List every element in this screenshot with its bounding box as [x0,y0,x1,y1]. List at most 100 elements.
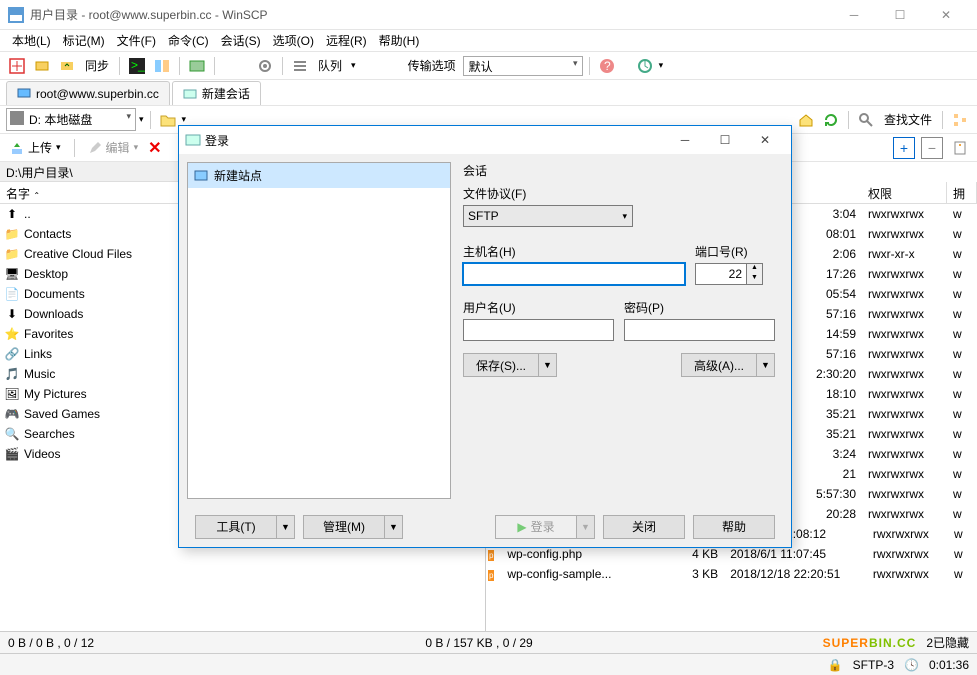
pencil-icon [88,141,102,155]
desktop-icon: 🖥 [4,266,20,282]
remote-status-text: 0 B / 157 KB , 0 / 29 [425,636,822,650]
menu-options[interactable]: 选项(O) [267,30,320,51]
tree-icon[interactable] [949,109,971,131]
save-dropdown-icon[interactable]: ▼ [539,353,557,377]
down-icon: ⬇ [4,306,20,322]
tools-button[interactable]: 工具(T) [195,515,277,539]
port-label: 端口号(R) [695,243,775,260]
col-owner[interactable]: 拥 [947,182,977,203]
login-dropdown-icon[interactable]: ▼ [577,515,595,539]
upload-icon [10,141,24,155]
help-button[interactable]: 帮助 [693,515,775,539]
dialog-title: 登录 [201,132,665,149]
gear-icon[interactable] [254,55,276,77]
dialog-close-button[interactable]: ✕ [745,128,785,152]
maximize-button[interactable]: ☐ [877,0,923,30]
session-group-label: 会话 [463,162,775,179]
home-icon[interactable] [795,109,817,131]
hidden-count: 2已隐藏 [926,634,969,651]
menu-session[interactable]: 会话(S) [215,30,267,51]
nav-icon[interactable] [6,55,28,77]
advanced-button[interactable]: 高级(A)... [681,353,757,377]
protocol-select[interactable]: SFTP [463,205,633,227]
app-icon [8,7,24,23]
new-site-item[interactable]: 新建站点 [188,163,450,188]
password-input[interactable] [624,319,775,341]
minimize-button[interactable]: ─ [831,0,877,30]
dialog-icon [185,132,201,148]
manage-button[interactable]: 管理(M) [303,515,385,539]
table-row[interactable]: pwp-config-sample...3 KB2018/12/18 22:20… [486,564,977,584]
login-dialog: 登录 ─ ☐ ✕ 新建站点 会话 文件协议(F) SFTP 主机名(H) 端口号… [178,125,792,548]
open-folder-icon[interactable] [157,109,179,131]
close-button[interactable]: ✕ [923,0,969,30]
pic-icon: 🖼 [4,386,20,402]
protocol-text: SFTP-3 [853,658,894,672]
refresh-icon[interactable] [820,109,842,131]
manage-dropdown-icon[interactable]: ▼ [385,515,403,539]
menubar: 本地(L) 标记(M) 文件(F) 命令(C) 会话(S) 选项(O) 远程(R… [0,30,977,52]
menu-mark[interactable]: 标记(M) [57,30,111,51]
connection-status: 🔒 SFTP-3 🕓 0:01:36 [0,653,977,675]
search-icon: 🔍 [4,426,20,442]
edit-button[interactable]: 编辑 ▾ [84,137,143,158]
upload-button[interactable]: 上传 ▾ [6,137,65,158]
tab-label: root@www.superbin.cc [36,87,159,101]
pass-label: 密码(P) [624,299,775,316]
svg-text:?: ? [604,59,611,73]
help-icon[interactable]: ? [596,55,618,77]
login-button[interactable]: ▶登录 [495,515,577,539]
local-status-text: 0 B / 0 B , 0 / 12 [8,636,405,650]
updates-icon[interactable] [634,55,656,77]
spin-up-icon[interactable]: ▲ [747,264,762,274]
find-icon[interactable] [855,109,877,131]
doc-icon: 📄 [4,286,20,302]
expand-icon[interactable]: + [893,137,915,159]
spin-down-icon[interactable]: ▼ [747,274,762,284]
menu-local[interactable]: 本地(L) [6,30,57,51]
tools-dropdown-icon[interactable]: ▼ [277,515,295,539]
dialog-minimize-button[interactable]: ─ [665,128,705,152]
username-input[interactable] [463,319,614,341]
window-titlebar: 用户目录 - root@www.superbin.cc - WinSCP ─ ☐… [0,0,977,30]
new-session-icon[interactable] [186,55,208,77]
tab-new-session[interactable]: 新建会话 [172,81,261,105]
sync-browse-icon[interactable] [31,55,53,77]
menu-help[interactable]: 帮助(H) [373,30,426,51]
advanced-dropdown-icon[interactable]: ▼ [757,353,775,377]
protocol-label: 文件协议(F) [463,185,775,202]
menu-command[interactable]: 命令(C) [162,30,215,51]
menu-file[interactable]: 文件(F) [111,30,162,51]
terminal-icon[interactable]: >_ [126,55,148,77]
col-perm[interactable]: 权限 [862,182,947,203]
host-input[interactable] [463,263,685,285]
collapse-icon[interactable]: − [921,137,943,159]
window-title: 用户目录 - root@www.superbin.cc - WinSCP [30,6,831,23]
dialog-maximize-button[interactable]: ☐ [705,128,745,152]
menu-remote[interactable]: 远程(R) [320,30,373,51]
sync-label[interactable]: 同步 [81,57,113,74]
login-icon: ▶ [517,520,526,534]
port-input[interactable]: ▲▼ [695,263,775,285]
tab-session-0[interactable]: root@www.superbin.cc [6,81,170,105]
site-tree[interactable]: 新建站点 [187,162,451,499]
props-icon[interactable] [949,137,971,159]
stopwatch-icon: 🕓 [904,658,919,672]
find-label[interactable]: 查找文件 [880,111,936,128]
queue-icon[interactable] [289,55,311,77]
delete-icon[interactable]: ✕ [148,138,161,158]
tab-label: 新建会话 [202,85,250,102]
local-disk-select[interactable]: D: 本地磁盘 [6,108,136,131]
php-icon: p [488,570,494,581]
close-dialog-button[interactable]: 关闭 [603,515,685,539]
queue-label[interactable]: 队列 [314,57,346,74]
new-session-icon [183,87,197,101]
dialog-titlebar[interactable]: 登录 ─ ☐ ✕ [179,126,791,154]
transfer-preset-select[interactable]: 默认 [463,56,583,76]
save-button[interactable]: 保存(S)... [463,353,539,377]
svg-text:>_: >_ [131,58,145,72]
game-icon: 🎮 [4,406,20,422]
time-text: 0:01:36 [929,658,969,672]
compare-icon[interactable] [151,55,173,77]
sync-icon[interactable] [56,55,78,77]
